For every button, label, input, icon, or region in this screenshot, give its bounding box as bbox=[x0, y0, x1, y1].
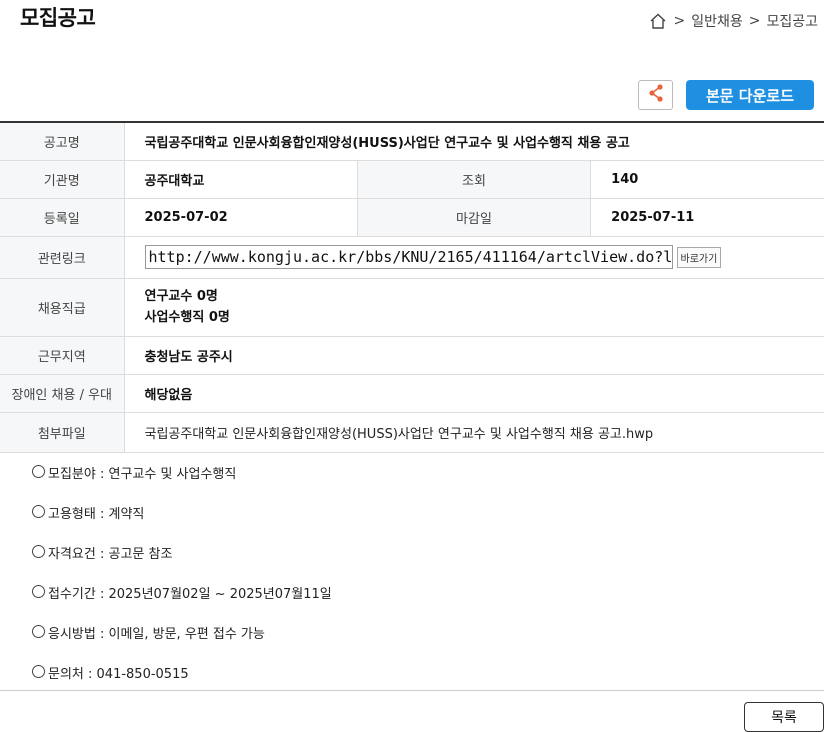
home-icon[interactable] bbox=[649, 12, 667, 30]
reg-value: 2025-07-02 bbox=[124, 198, 358, 237]
download-button[interactable]: 본문 다운로드 bbox=[686, 80, 814, 110]
page-title: 모집공고 bbox=[20, 6, 96, 30]
circle-bullet-icon bbox=[32, 505, 45, 518]
attach-label: 첨부파일 bbox=[0, 412, 125, 453]
disabled-value: 해당없음 bbox=[124, 374, 824, 413]
table-row: 채용직급 연구교수 0명 사업수행직 0명 bbox=[0, 278, 824, 337]
views-value: 140 bbox=[590, 160, 824, 199]
deadline-label: 마감일 bbox=[356, 198, 592, 237]
go-link-button[interactable]: 바로가기 bbox=[676, 246, 722, 268]
list-button[interactable]: 목록 bbox=[744, 702, 824, 732]
link-label: 관련링크 bbox=[0, 236, 125, 279]
share-icon bbox=[648, 84, 664, 106]
circle-bullet-icon bbox=[32, 545, 45, 558]
circle-bullet-icon bbox=[32, 465, 45, 478]
title-label: 공고명 bbox=[0, 122, 125, 161]
table-row: 관련링크 http://www.kongju.ac.kr/bbs/KNU/216… bbox=[0, 236, 824, 279]
detail-text: 문의처 : 041-850-0515 bbox=[48, 667, 189, 682]
views-label: 조회 bbox=[356, 160, 592, 199]
position-line: 사업수행직 0명 bbox=[144, 310, 230, 325]
divider bbox=[0, 690, 824, 691]
org-label: 기관명 bbox=[0, 160, 125, 199]
detail-text: 고용형태 : 계약직 bbox=[48, 507, 145, 522]
list-item: 문의처 : 041-850-0515 bbox=[32, 663, 332, 703]
link-cell: http://www.kongju.ac.kr/bbs/KNU/2165/411… bbox=[124, 236, 824, 279]
org-value: 공주대학교 bbox=[124, 160, 358, 199]
share-button[interactable] bbox=[638, 80, 673, 110]
link-field[interactable]: http://www.kongju.ac.kr/bbs/KNU/2165/411… bbox=[144, 245, 673, 269]
list-item: 응시방법 : 이메일, 방문, 우편 접수 가능 bbox=[32, 623, 332, 663]
title-value: 국립공주대학교 인문사회융합인재양성(HUSS)사업단 연구교수 및 사업수행직… bbox=[124, 122, 824, 161]
detail-text: 자격요건 : 공고문 참조 bbox=[48, 547, 173, 562]
circle-bullet-icon bbox=[32, 665, 45, 678]
breadcrumb: > 일반채용 > 모집공고 bbox=[649, 10, 824, 32]
detail-text: 모집분야 : 연구교수 및 사업수행직 bbox=[48, 467, 237, 482]
region-value: 충청남도 공주시 bbox=[124, 336, 824, 375]
list-item: 모집분야 : 연구교수 및 사업수행직 bbox=[32, 463, 332, 503]
position-line: 연구교수 0명 bbox=[144, 289, 218, 304]
list-item: 접수기간 : 2025년07월02일 ~ 2025년07월11일 bbox=[32, 583, 332, 623]
detail-text: 응시방법 : 이메일, 방문, 우편 접수 가능 bbox=[48, 627, 265, 642]
list-item: 자격요건 : 공고문 참조 bbox=[32, 543, 332, 583]
table-row: 등록일 2025-07-02 마감일 2025-07-11 bbox=[0, 198, 824, 237]
table-row: 공고명 국립공주대학교 인문사회융합인재양성(HUSS)사업단 연구교수 및 사… bbox=[0, 122, 824, 161]
disabled-label: 장애인 채용 / 우대 bbox=[0, 374, 125, 413]
breadcrumb-separator: > bbox=[748, 13, 761, 29]
circle-bullet-icon bbox=[32, 585, 45, 598]
attachment-link[interactable]: 국립공주대학교 인문사회융합인재양성(HUSS)사업단 연구교수 및 사업수행직… bbox=[124, 412, 824, 453]
deadline-value: 2025-07-11 bbox=[590, 198, 824, 237]
info-table: 공고명 국립공주대학교 인문사회융합인재양성(HUSS)사업단 연구교수 및 사… bbox=[0, 121, 824, 453]
table-row: 기관명 공주대학교 조회 140 bbox=[0, 160, 824, 199]
detail-text: 접수기간 : 2025년07월02일 ~ 2025년07월11일 bbox=[48, 587, 332, 602]
table-row: 장애인 채용 / 우대 해당없음 bbox=[0, 374, 824, 413]
list-item: 고용형태 : 계약직 bbox=[32, 503, 332, 543]
table-row: 근무지역 충청남도 공주시 bbox=[0, 336, 824, 375]
table-row: 첨부파일 국립공주대학교 인문사회융합인재양성(HUSS)사업단 연구교수 및 … bbox=[0, 412, 824, 453]
position-value: 연구교수 0명 사업수행직 0명 bbox=[124, 278, 824, 337]
breadcrumb-item-notice[interactable]: 모집공고 bbox=[766, 11, 818, 31]
breadcrumb-item-general[interactable]: 일반채용 bbox=[691, 11, 743, 31]
breadcrumb-separator: > bbox=[673, 13, 686, 29]
region-label: 근무지역 bbox=[0, 336, 125, 375]
reg-label: 등록일 bbox=[0, 198, 125, 237]
circle-bullet-icon bbox=[32, 625, 45, 638]
details-list: 모집분야 : 연구교수 및 사업수행직 고용형태 : 계약직 자격요건 : 공고… bbox=[32, 463, 332, 703]
position-label: 채용직급 bbox=[0, 278, 125, 337]
